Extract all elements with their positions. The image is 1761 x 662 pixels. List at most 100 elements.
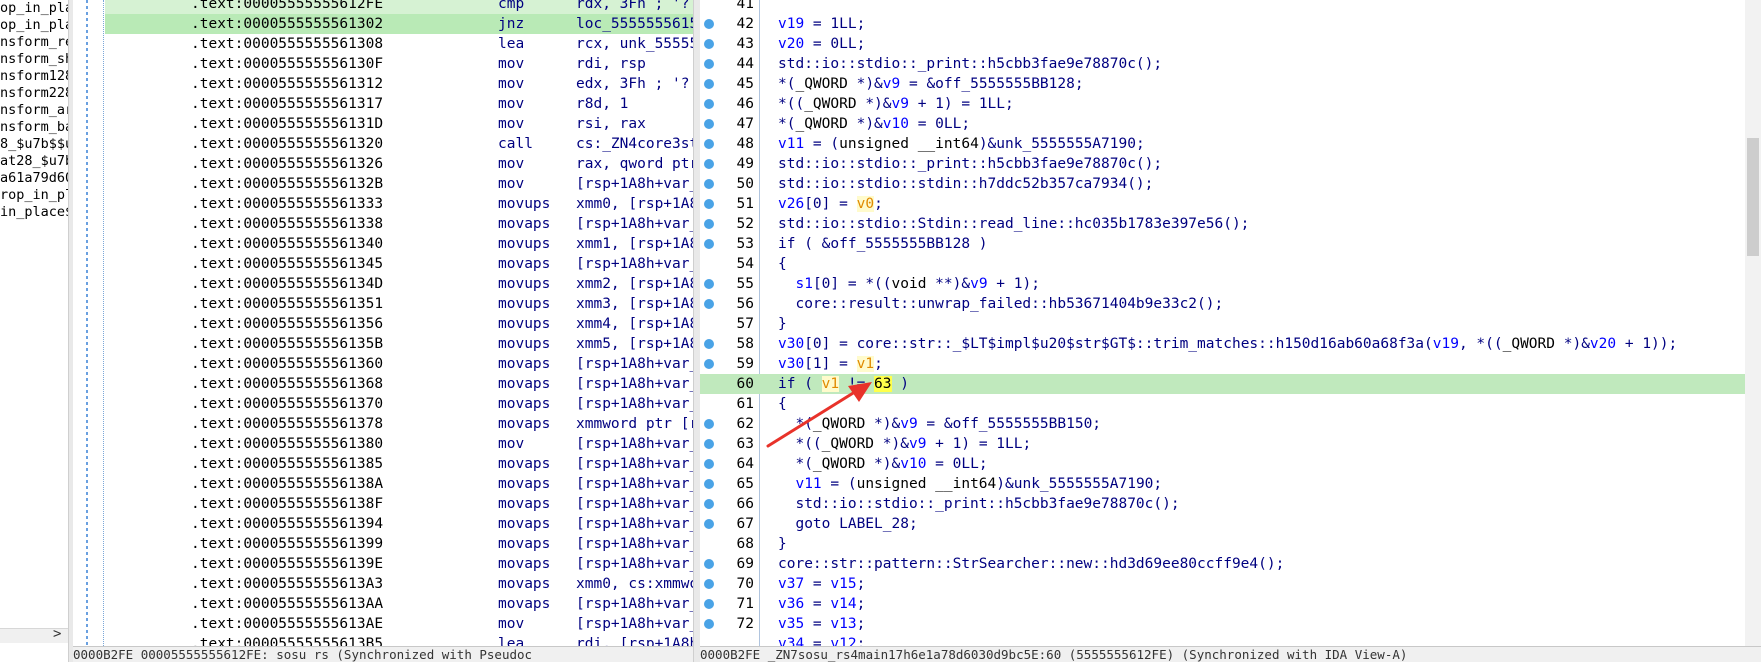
function-list-item[interactable]: nsform_ba xyxy=(0,119,68,136)
pseudocode-row[interactable]: 50 std::io::stdio::stdin::h7ddc52b357ca79… xyxy=(700,174,1745,194)
function-list-item[interactable]: op_in_pla xyxy=(0,17,68,34)
pseudocode-row[interactable]: 55 s1[0] = *((void **)&v9 + 1); xyxy=(700,274,1745,294)
disasm-row[interactable]: .text:0000555555561308 lea rcx, unk_555555 xyxy=(105,34,693,54)
disasm-row[interactable]: .text:0000555555561312 mov edx, 3Fh ; '?' xyxy=(105,74,693,94)
disasm-row[interactable]: .text:000055555556138A movaps [rsp+1A8h+va… xyxy=(105,474,693,494)
disasm-row[interactable]: .text:0000555555561345 movaps [rsp+1A8h+va… xyxy=(105,254,693,274)
disasm-row[interactable]: .text:0000555555561333 movups xmm0, [rsp+1… xyxy=(105,194,693,214)
pseudocode-row[interactable]: 47 *(_QWORD *)&v10 = 0LL; xyxy=(700,114,1745,134)
disasm-row[interactable]: .text:0000555555561378 movaps xmmword ptr … xyxy=(105,414,693,434)
pseudocode-row[interactable]: 65 v11 = (unsigned __int64)&unk_5555555A… xyxy=(700,474,1745,494)
disasm-row[interactable]: .text:0000555555561351 movups xmm3, [rsp+1… xyxy=(105,294,693,314)
disasm-row[interactable]: .text:0000555555561385 movaps [rsp+1A8h+va… xyxy=(105,454,693,474)
pseudocode-row[interactable]: 44 std::io::stdio::_print::h5cbb3fae9e788… xyxy=(700,54,1745,74)
disasm-row[interactable]: .text:000055555556132B mov [rsp+1A8h+var_3 xyxy=(105,174,693,194)
instruction-address: .text:0000555555561320 xyxy=(191,136,384,152)
instruction-operands: [rsp+1A8h+var_1 xyxy=(576,616,693,632)
function-list-hscroll[interactable]: > xyxy=(0,626,68,643)
function-list-item[interactable]: 8_$u7b$$u xyxy=(0,136,68,153)
line-number: 53 xyxy=(736,236,754,252)
disasm-row[interactable]: .text:0000555555561380 mov [rsp+1A8h+var_1 xyxy=(105,434,693,454)
line-number: 66 xyxy=(736,496,754,512)
disasm-row[interactable]: .text:0000555555561302 jnz loc_5555555615A xyxy=(105,14,693,34)
disasm-row[interactable]: .text:0000555555561399 movaps [rsp+1A8h+va… xyxy=(105,534,693,554)
pseudocode-row[interactable]: 45 *(_QWORD *)&v9 = &off_5555555BB128; xyxy=(700,74,1745,94)
disasm-row[interactable]: .text:000055555556130F mov rdi, rsp xyxy=(105,54,693,74)
instruction-mnemonic: mov xyxy=(498,436,525,452)
instruction-operands: rcx, unk_555555 xyxy=(576,36,693,52)
disassembly-listing[interactable]: .text:00005555555612FE cmp rdx, 3Fh ; '?'.… xyxy=(105,0,693,654)
scroll-right-icon[interactable]: > xyxy=(53,626,61,642)
pseudocode-row[interactable]: 70 v37 = v15; xyxy=(700,574,1745,594)
pseudocode-text: std::io::stdio::stdin::h7ddc52b357ca7934… xyxy=(778,176,1154,192)
disasm-row[interactable]: .text:00005555555613AE mov [rsp+1A8h+var_1 xyxy=(105,614,693,634)
function-list-item[interactable]: nsform_ar xyxy=(0,102,68,119)
pseudocode-row[interactable]: 53 if ( &off_5555555BB128 ) xyxy=(700,234,1745,254)
function-list-item[interactable]: op_in_pla xyxy=(0,0,68,17)
pseudocode-row[interactable]: 72 v35 = v13; xyxy=(700,614,1745,634)
disasm-row[interactable]: .text:00005555555612FE cmp rdx, 3Fh ; '?' xyxy=(105,0,693,14)
instruction-operands: [rsp+1A8h+var_1 xyxy=(576,496,693,512)
disasm-row[interactable]: .text:000055555556131D mov rsi, rax xyxy=(105,114,693,134)
pseudocode-row[interactable]: 56 core::result::unwrap_failed::hb536714… xyxy=(700,294,1745,314)
disasm-row[interactable]: .text:000055555556134D movups xmm2, [rsp+1… xyxy=(105,274,693,294)
pseudocode-row[interactable]: 42 v19 = 1LL; xyxy=(700,14,1745,34)
disasm-row[interactable]: .text:0000555555561320 call cs:_ZN4core3st… xyxy=(105,134,693,154)
instruction-address: .text:00005555555612FE xyxy=(191,0,384,12)
disasm-row[interactable]: .text:00005555555613AA movaps [rsp+1A8h+va… xyxy=(105,594,693,614)
disasm-row[interactable]: .text:0000555555561370 movaps [rsp+1A8h+va… xyxy=(105,394,693,414)
pseudocode-vertical-scrollbar[interactable] xyxy=(1745,0,1761,646)
instruction-address: .text:0000555555561368 xyxy=(191,376,384,392)
function-list-item[interactable]: at28_$u7b xyxy=(0,153,68,170)
pseudocode-listing[interactable]: 41 42 v19 = 1LL; 43 v20 = 0LL; 44 std::io::std… xyxy=(700,0,1745,654)
function-list-item[interactable]: rop_in_pl xyxy=(0,187,68,204)
pseudocode-text: s1[0] = *((void **)&v9 + 1); xyxy=(795,276,1040,292)
instruction-address: .text:000055555556138A xyxy=(191,476,384,492)
disasm-row[interactable]: .text:0000555555561317 mov r8d, 1 xyxy=(105,94,693,114)
disasm-row[interactable]: .text:0000555555561394 movaps [rsp+1A8h+va… xyxy=(105,514,693,534)
pseudocode-row[interactable]: 64 *(_QWORD *)&v10 = 0LL; xyxy=(700,454,1745,474)
pseudocode-row[interactable]: 69 core::str::pattern::StrSearcher::new::… xyxy=(700,554,1745,574)
disasm-row[interactable]: .text:000055555556138F movaps [rsp+1A8h+va… xyxy=(105,494,693,514)
pseudocode-row[interactable]: 58 v30[0] = core::str::_$LT$impl$u20$str$… xyxy=(700,334,1745,354)
instruction-address: .text:0000555555561378 xyxy=(191,416,384,432)
disasm-row[interactable]: .text:0000555555561326 mov rax, qword ptr xyxy=(105,154,693,174)
function-list-item[interactable]: a61a79d60 xyxy=(0,170,68,187)
instruction-address: .text:0000555555561302 xyxy=(191,16,384,32)
pseudocode-row[interactable]: 68} xyxy=(700,534,1745,554)
disasm-row[interactable]: .text:0000555555561360 movaps [rsp+1A8h+va… xyxy=(105,354,693,374)
pseudocode-row[interactable]: 54 { xyxy=(700,254,1745,274)
function-list-item[interactable]: nsform_sh xyxy=(0,51,68,68)
pseudocode-row[interactable]: 59 v30[1] = v1; xyxy=(700,354,1745,374)
scrollbar-thumb[interactable] xyxy=(1747,138,1759,256)
pseudocode-row[interactable]: 66 std::io::stdio::_print::h5cbb3fae9e78… xyxy=(700,494,1745,514)
pseudocode-row[interactable]: 57} xyxy=(700,314,1745,334)
function-list-item[interactable]: nsform_re xyxy=(0,34,68,51)
pseudocode-row[interactable]: 46 *((_QWORD *)&v9 + 1) = 1LL; xyxy=(700,94,1745,114)
function-list-item[interactable]: nsform228 xyxy=(0,85,68,102)
disasm-row[interactable]: .text:0000555555561340 movups xmm1, [rsp+1… xyxy=(105,234,693,254)
disasm-row[interactable]: .text:0000555555561368 movaps [rsp+1A8h+va… xyxy=(105,374,693,394)
instruction-mnemonic: movups xyxy=(498,236,551,252)
function-list-item[interactable]: nsform128 xyxy=(0,68,68,85)
pseudocode-row[interactable]: 49 std::io::stdio::_print::h5cbb3fae9e788… xyxy=(700,154,1745,174)
pseudocode-row[interactable]: 67 goto LABEL_28; xyxy=(700,514,1745,534)
disasm-row[interactable]: .text:000055555556139E movaps [rsp+1A8h+va… xyxy=(105,554,693,574)
disasm-row[interactable]: .text:0000555555561338 movaps [rsp+1A8h+va… xyxy=(105,214,693,234)
pseudocode-row[interactable]: 71 v36 = v14; xyxy=(700,594,1745,614)
instruction-mnemonic: movaps xyxy=(498,376,551,392)
pseudocode-text: v26[0] = v0; xyxy=(778,196,883,212)
function-list: op_in_pla op_in_pla nsform_re nsform_sh nsfo… xyxy=(0,0,68,221)
disasm-row[interactable]: .text:0000555555561356 movups xmm4, [rsp+1… xyxy=(105,314,693,334)
disasm-row[interactable]: .text:00005555555613A3 movaps xmm0, cs:xmm… xyxy=(105,574,693,594)
pseudocode-row[interactable]: 43 v20 = 0LL; xyxy=(700,34,1745,54)
instruction-address: .text:0000555555561340 xyxy=(191,236,384,252)
pseudocode-row[interactable]: 41 xyxy=(700,0,1745,14)
pseudocode-row[interactable]: 48 v11 = (unsigned __int64)&unk_5555555A7… xyxy=(700,134,1745,154)
instruction-mnemonic: movaps xyxy=(498,556,551,572)
function-list-item[interactable]: in_place$ xyxy=(0,204,68,221)
disasm-row[interactable]: .text:000055555556135B movups xmm5, [rsp+1… xyxy=(105,334,693,354)
pseudocode-row[interactable]: 51 v26[0] = v0; xyxy=(700,194,1745,214)
pseudocode-row[interactable]: 52 std::io::stdio::Stdin::read_line::hc03… xyxy=(700,214,1745,234)
instruction-mnemonic: movups xyxy=(498,336,551,352)
